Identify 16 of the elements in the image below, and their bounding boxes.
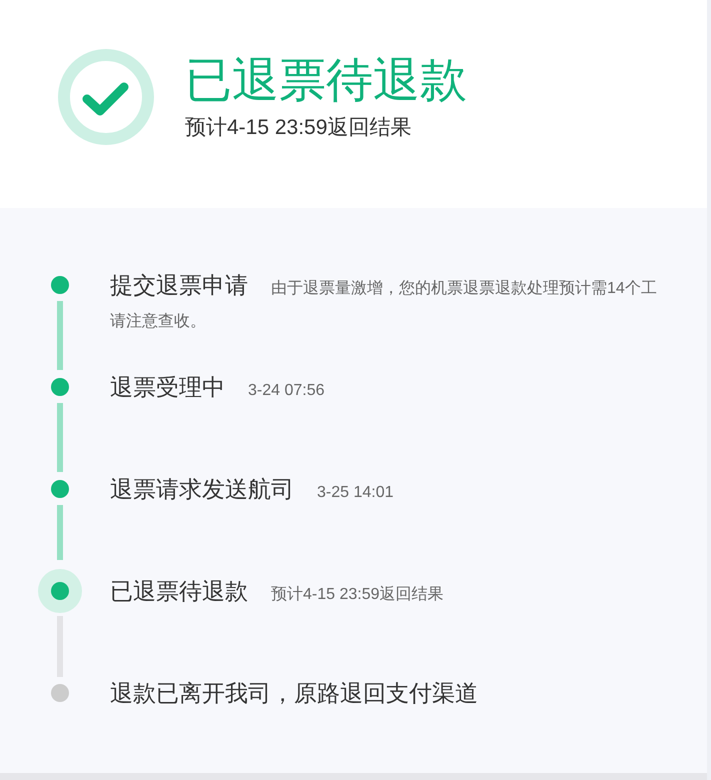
step-detail: 请注意查收。: [110, 312, 206, 332]
step-title: 退票受理中: [110, 373, 225, 402]
step-detail: 3-24 07:56: [248, 381, 325, 401]
status-subtitle: 预计4-15 23:59返回结果: [185, 115, 412, 141]
step-detail: 3-25 14:01: [317, 483, 394, 503]
step-title: 退款已离开我司，原路退回支付渠道: [110, 679, 478, 708]
step-title: 提交退票申请: [110, 271, 248, 300]
status-title: 已退票待退款: [185, 53, 467, 107]
step-title: 已退票待退款: [110, 577, 248, 606]
timeline-connector: [57, 505, 63, 560]
timeline-connector: [57, 301, 63, 370]
step-title: 退票请求发送航司: [110, 475, 294, 504]
timeline-connector: [57, 403, 63, 472]
check-circle-icon: [58, 49, 154, 145]
step-detail: 由于退票量激增，您的机票退票退款处理预计需14个工: [271, 278, 657, 299]
step-detail: 预计4-15 23:59返回结果: [271, 584, 444, 605]
